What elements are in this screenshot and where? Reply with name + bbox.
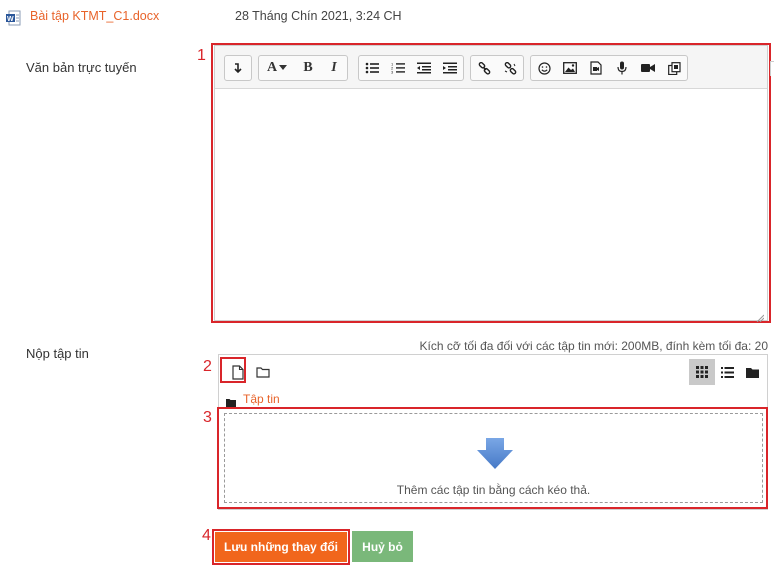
unordered-list-icon[interactable] (359, 56, 385, 80)
save-changes-button[interactable]: Lưu những thay đổi (215, 532, 347, 562)
outdent-icon[interactable] (411, 56, 437, 80)
unlink-icon[interactable] (497, 56, 523, 80)
emoji-icon[interactable] (531, 56, 557, 80)
indent-icon[interactable] (437, 56, 463, 80)
resize-handle-icon[interactable] (756, 309, 765, 323)
file-picker-toolbar (219, 355, 767, 387)
annotation-box-2 (220, 357, 246, 383)
svg-text:W: W (7, 16, 14, 23)
toolbar-group-format: A B I (258, 55, 348, 81)
record-audio-icon[interactable] (609, 56, 635, 80)
word-file-icon: W (6, 10, 22, 26)
font-color-icon[interactable]: A (259, 56, 295, 80)
page-edge (770, 61, 774, 76)
bold-icon[interactable]: B (295, 56, 321, 80)
manage-files-icon[interactable] (661, 56, 687, 80)
annotation-number-1: 1 (197, 47, 206, 64)
annotation-number-4: 4 (202, 527, 211, 544)
svg-text:3: 3 (391, 70, 394, 75)
create-folder-icon[interactable] (250, 359, 276, 385)
online-text-label: Văn bản trực tuyến (26, 60, 137, 75)
submitted-file-link[interactable]: Bài tập KTMT_C1.docx (30, 9, 159, 23)
annotation-number-2: 2 (203, 358, 212, 375)
files-breadcrumb[interactable]: Tập tin (243, 392, 280, 406)
media-icon[interactable] (583, 56, 609, 80)
annotation-number-3: 3 (203, 409, 212, 426)
tree-view-icon[interactable] (739, 359, 765, 385)
ordered-list-icon[interactable]: 123 (385, 56, 411, 80)
toolbar-group-lists: 123 (358, 55, 464, 81)
toolbar-group-links (470, 55, 524, 81)
toolbar-group-collapse (224, 55, 252, 81)
max-size-note: Kích cỡ tối đa đối với các tập tin mới: … (419, 339, 768, 353)
collapse-icon[interactable] (225, 56, 251, 80)
list-view-icon[interactable] (714, 359, 740, 385)
record-video-icon[interactable] (635, 56, 661, 80)
icon-view-icon[interactable] (689, 359, 715, 385)
file-date: 28 Tháng Chín 2021, 3:24 CH (235, 9, 402, 23)
toolbar-group-insert (530, 55, 688, 81)
italic-icon[interactable]: I (321, 56, 347, 80)
text-editor: A B I 123 (214, 45, 768, 323)
link-icon[interactable] (471, 56, 497, 80)
editor-toolbar: A B I 123 (215, 46, 767, 89)
annotation-box-3 (217, 407, 768, 509)
file-submission-label: Nộp tập tin (26, 346, 89, 361)
cancel-button[interactable]: Huỷ bỏ (352, 531, 413, 562)
image-icon[interactable] (557, 56, 583, 80)
